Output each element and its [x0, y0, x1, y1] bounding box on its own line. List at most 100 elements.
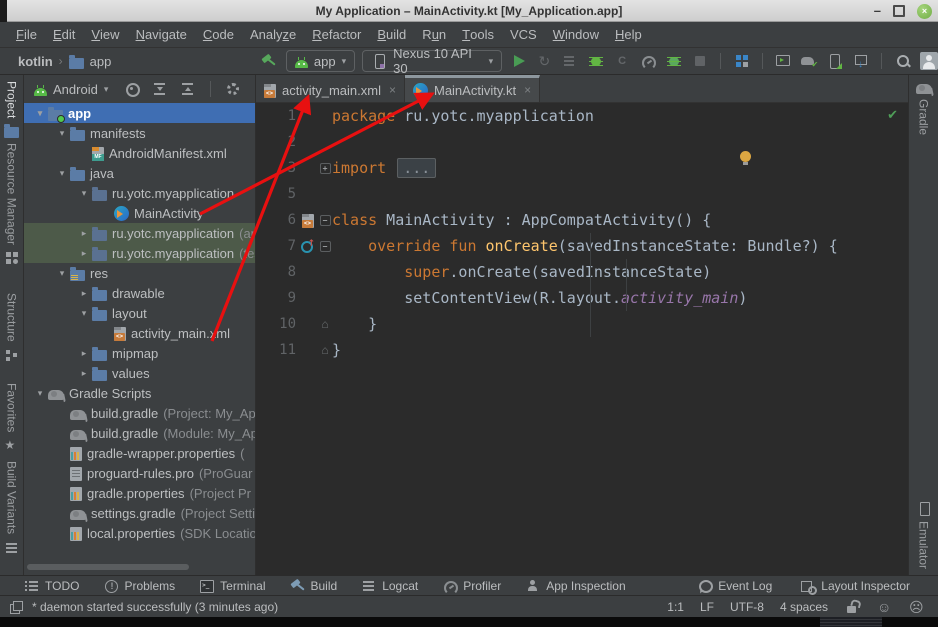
fold-marker[interactable]: −: [318, 241, 332, 252]
code-line-7[interactable]: 7− override fun onCreate(savedInstanceSt…: [256, 233, 908, 259]
fold-end-icon[interactable]: ⌂: [321, 344, 328, 356]
indent-setting[interactable]: 4 spaces: [780, 600, 828, 614]
chevron-right-icon[interactable]: ▸: [76, 368, 92, 379]
line-ending[interactable]: LF: [700, 600, 714, 614]
minimize-button[interactable]: –: [874, 6, 881, 16]
tree-row-androidmanifest-xml[interactable]: AndroidManifest.xml: [24, 143, 256, 163]
toolwindow-layout-inspector[interactable]: Layout Inspector: [800, 578, 910, 594]
tree-row-app[interactable]: ▾app: [24, 103, 256, 123]
chevron-right-icon[interactable]: ▸: [76, 348, 92, 359]
code-line-3[interactable]: 3+import ...: [256, 155, 908, 181]
toolwindow-app-inspection[interactable]: App Inspection: [525, 578, 625, 594]
run-on-emulator-button[interactable]: [774, 51, 793, 71]
collapse-all-button[interactable]: [150, 79, 170, 99]
tree-row-activity-main-xml[interactable]: activity_main.xml: [24, 323, 256, 343]
toolwindow-terminal[interactable]: Terminal: [199, 578, 265, 594]
tree-row-java[interactable]: ▾java: [24, 163, 256, 183]
fold-minus-icon[interactable]: −: [320, 215, 331, 226]
apply-changes-restart-button[interactable]: [561, 51, 580, 71]
menu-file[interactable]: File: [8, 22, 45, 47]
locate-button[interactable]: [122, 79, 142, 99]
breadcrumb-item[interactable]: app: [90, 54, 112, 69]
debug-button[interactable]: [587, 51, 606, 71]
menu-vcs[interactable]: VCS: [502, 22, 545, 47]
search-everywhere-button[interactable]: [893, 51, 912, 71]
restore-button[interactable]: [893, 5, 905, 17]
unlocked-padlock-icon[interactable]: [844, 599, 860, 615]
run-button[interactable]: [509, 51, 528, 71]
left-strip-project[interactable]: Project: [0, 81, 23, 138]
toolwindow-problems[interactable]: Problems: [103, 578, 175, 594]
tree-row-mipmap[interactable]: ▸mipmap: [24, 343, 256, 363]
tree-row-gradle-wrapper-properties[interactable]: gradle-wrapper.properties(: [24, 443, 256, 463]
run-config-select[interactable]: app▾: [286, 50, 355, 72]
fold-marker[interactable]: −: [318, 215, 332, 226]
toolwindow-event-log[interactable]: Event Log: [697, 578, 772, 594]
tab-activity-main-xml[interactable]: activity_main.xml×: [256, 75, 405, 102]
sad-face-icon[interactable]: [908, 599, 924, 615]
menu-navigate[interactable]: Navigate: [128, 22, 195, 47]
tree-row-manifests[interactable]: ▾manifests: [24, 123, 256, 143]
caret-position[interactable]: 1:1: [667, 600, 684, 614]
close-button[interactable]: ×: [917, 4, 932, 19]
device-manager-button[interactable]: [732, 51, 751, 71]
code-line-8[interactable]: 8 super.onCreate(savedInstanceState): [256, 259, 908, 285]
chevron-down-icon[interactable]: ▾: [76, 188, 92, 199]
fold-minus-icon[interactable]: −: [320, 241, 331, 252]
breadcrumb-module[interactable]: kotlin: [18, 54, 53, 69]
apply-code-changes-button[interactable]: [613, 51, 632, 71]
chevron-down-icon[interactable]: ▾: [32, 388, 48, 399]
code-line-2[interactable]: 2: [256, 129, 908, 155]
tree-row-build-gradle[interactable]: build.gradle(Project: My_Ap: [24, 403, 256, 423]
device-select[interactable]: Nexus 10 API 30▾: [362, 50, 502, 72]
rerun-button[interactable]: [535, 51, 554, 71]
code-line-5[interactable]: 5: [256, 181, 908, 207]
tree-row-layout[interactable]: ▾layout: [24, 303, 256, 323]
code-area[interactable]: 1package ru.yotc.myapplication23+import …: [256, 103, 908, 363]
toolwindow-build[interactable]: Build: [290, 578, 338, 594]
tree-row-settings-gradle[interactable]: settings.gradle(Project Setti: [24, 503, 256, 523]
sync-project-gradle-button[interactable]: [800, 51, 819, 71]
tree-row-drawable[interactable]: ▸drawable: [24, 283, 256, 303]
layout-inspector-action-button[interactable]: [826, 51, 845, 71]
happy-face-icon[interactable]: [876, 599, 892, 615]
expand-all-button[interactable]: [178, 79, 198, 99]
chevron-down-icon[interactable]: ▾: [32, 108, 48, 119]
tree-row-gradle-properties[interactable]: gradle.properties(Project Pr: [24, 483, 256, 503]
tree-row-values[interactable]: ▸values: [24, 363, 256, 383]
profile-button[interactable]: [639, 51, 658, 71]
tree-row-ru-yotc-myapplication[interactable]: ▸ru.yotc.myapplication(test): [24, 243, 256, 263]
toolwindow-logcat[interactable]: Logcat: [361, 578, 418, 594]
chevron-down-icon[interactable]: ▾: [54, 168, 70, 179]
menu-tools[interactable]: Tools: [454, 22, 502, 47]
chevron-down-icon[interactable]: ▾: [54, 128, 70, 139]
chevron-right-icon[interactable]: ▸: [76, 288, 92, 299]
attach-debugger-button[interactable]: [664, 51, 683, 71]
fold-end-icon[interactable]: ⌂: [321, 318, 328, 330]
tree-row-res[interactable]: ▾res: [24, 263, 256, 283]
menu-analyze[interactable]: Analyze: [242, 22, 304, 47]
project-view-selector[interactable]: Android: [53, 82, 98, 97]
right-strip-gradle[interactable]: Gradle: [909, 80, 938, 135]
chevron-right-icon[interactable]: ▸: [76, 228, 92, 239]
tree-row-mainactivity[interactable]: MainActivity: [24, 203, 256, 223]
close-icon[interactable]: ×: [389, 83, 396, 97]
menu-view[interactable]: View: [83, 22, 127, 47]
encoding[interactable]: UTF-8: [730, 600, 764, 614]
menu-help[interactable]: Help: [607, 22, 650, 47]
tab-mainactivity-kt[interactable]: MainActivity.kt×: [405, 75, 540, 102]
code-line-10[interactable]: 10⌂ }: [256, 311, 908, 337]
stop-button[interactable]: [690, 51, 709, 71]
make-project-button[interactable]: [260, 51, 279, 71]
fold-marker[interactable]: ⌂: [318, 344, 332, 356]
status-message[interactable]: * daemon started successfully (3 minutes…: [32, 600, 278, 614]
code-line-1[interactable]: 1package ru.yotc.myapplication: [256, 103, 908, 129]
settings-gear-button[interactable]: [223, 79, 243, 99]
menu-code[interactable]: Code: [195, 22, 242, 47]
menu-build[interactable]: Build: [369, 22, 414, 47]
chevron-down-icon[interactable]: ▾: [76, 308, 92, 319]
code-line-11[interactable]: 11⌂}: [256, 337, 908, 363]
left-strip-favorites[interactable]: Favorites: [0, 383, 23, 453]
editor[interactable]: activity_main.xml×MainActivity.kt× 1pack…: [256, 75, 908, 575]
tree-row-build-gradle[interactable]: build.gradle(Module: My_Ap: [24, 423, 256, 443]
